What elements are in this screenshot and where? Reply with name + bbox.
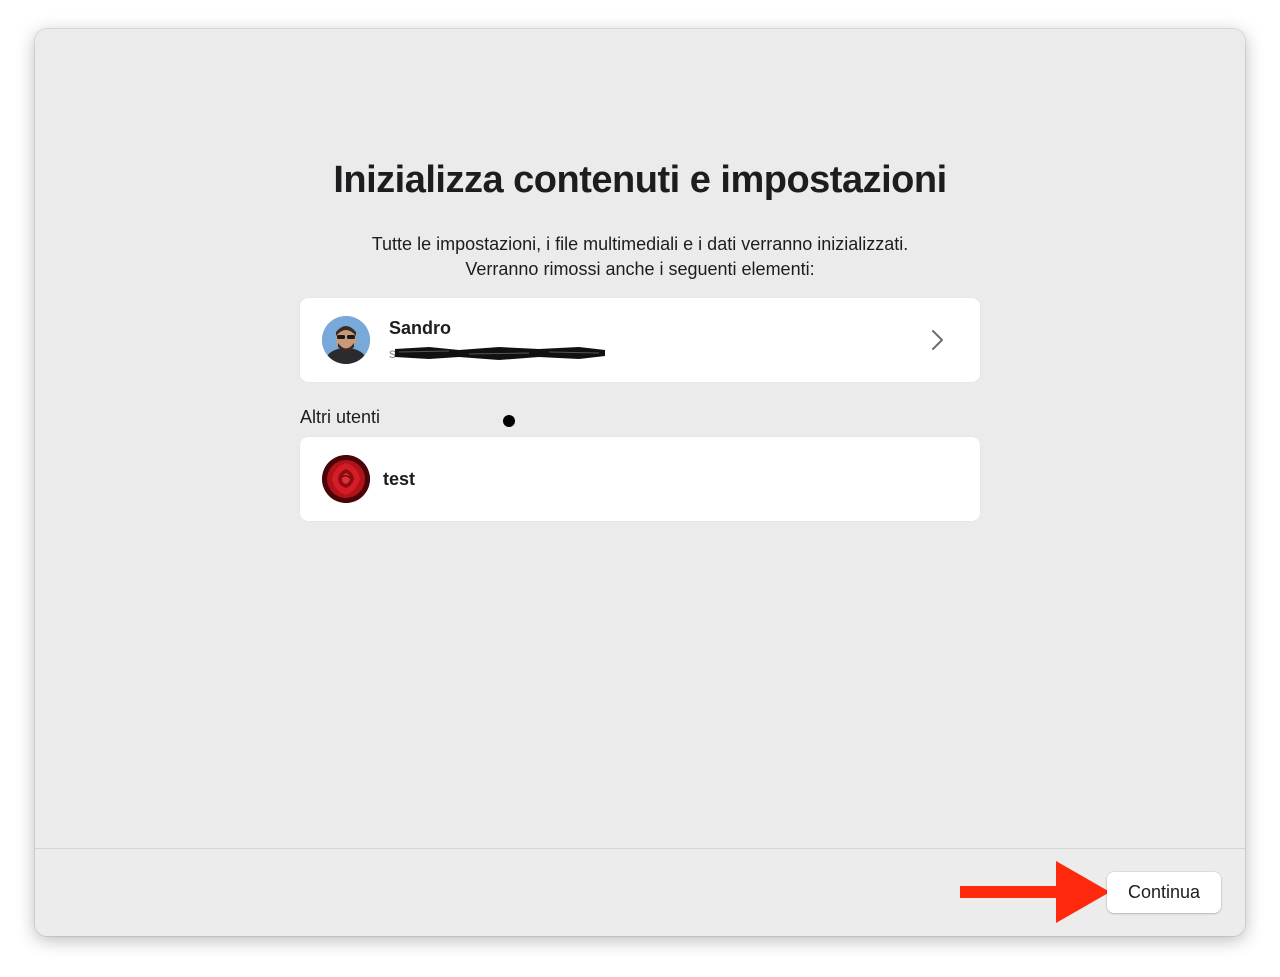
footer-divider	[35, 848, 1245, 849]
mouse-cursor	[503, 415, 515, 427]
description-line-1: Tutte le impostazioni, i file multimedia…	[371, 234, 909, 254]
other-users-list: test	[300, 437, 980, 521]
user-avatar	[322, 316, 370, 364]
continue-button[interactable]: Continua	[1107, 872, 1221, 913]
redacted-email: s	[389, 345, 605, 361]
svg-text:s: s	[389, 345, 396, 361]
user-photo-icon	[322, 316, 370, 364]
main-user-name: Sandro	[389, 318, 452, 338]
page-description: Tutte le impostazioni, i file multimedia…	[35, 232, 1245, 282]
main-user-card[interactable]: Sandro s	[300, 298, 980, 382]
user-avatar	[322, 455, 370, 503]
red-arrow-annotation	[960, 861, 1110, 923]
rose-icon	[322, 455, 370, 503]
page-title: Inizializza contenuti e impostazioni	[333, 159, 947, 201]
reset-dialog-window: Inizializza contenuti e impostazioni Tut…	[35, 29, 1245, 936]
other-users-label: Altri utenti	[300, 407, 381, 427]
other-user-name: test	[383, 469, 416, 489]
description-line-2: Verranno rimossi anche i seguenti elemen…	[465, 259, 815, 279]
chevron-right-icon	[932, 330, 943, 350]
